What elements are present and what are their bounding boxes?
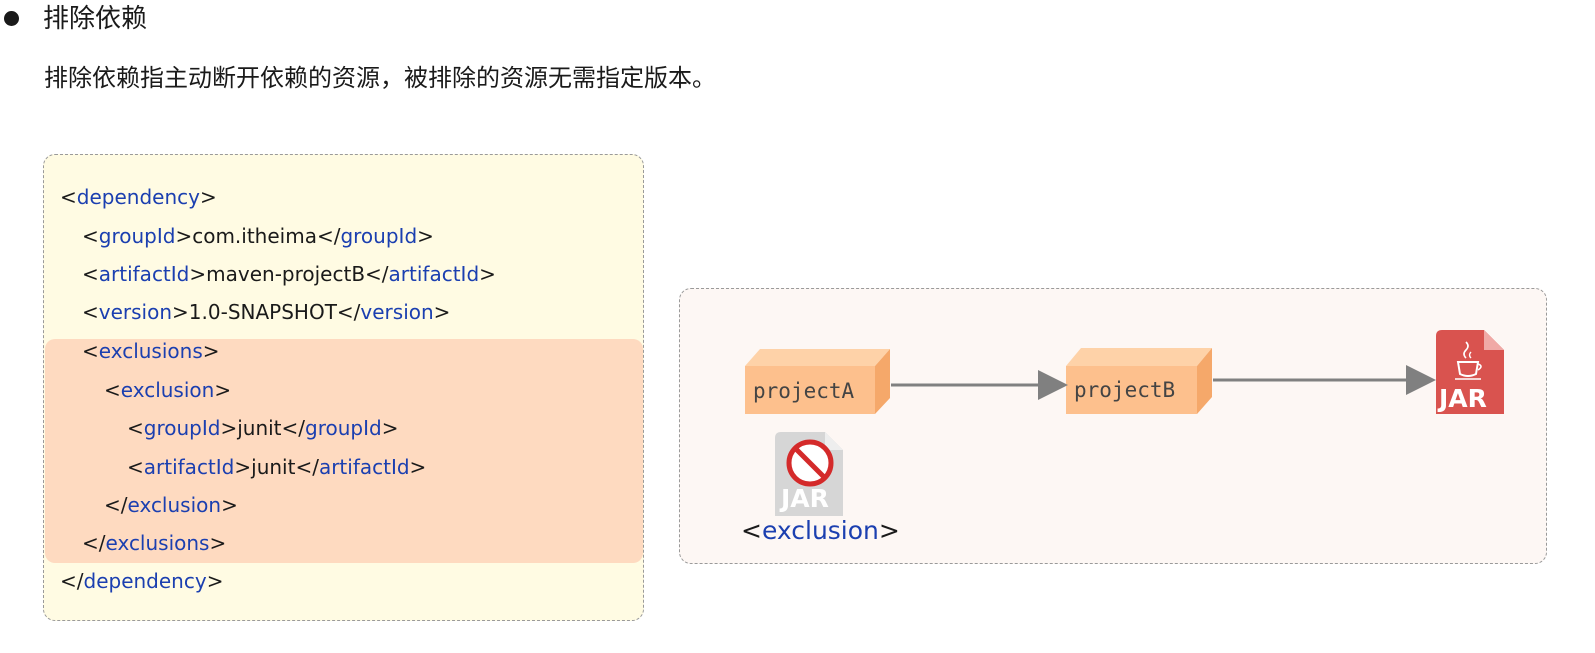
jar-label: JAR [1439,384,1487,413]
prohibited-icon [786,439,834,487]
exclusion-label: <exclusion> [741,516,900,545]
diagram-graphics [745,330,1504,516]
excluded-jar-label: JAR [781,484,829,513]
project-b-label: projectB [1074,378,1176,402]
slide: 排除依赖 排除依赖指主动断开依赖的资源，被排除的资源无需指定版本。 <depen… [0,0,1595,653]
project-a-label: projectA [753,379,855,403]
